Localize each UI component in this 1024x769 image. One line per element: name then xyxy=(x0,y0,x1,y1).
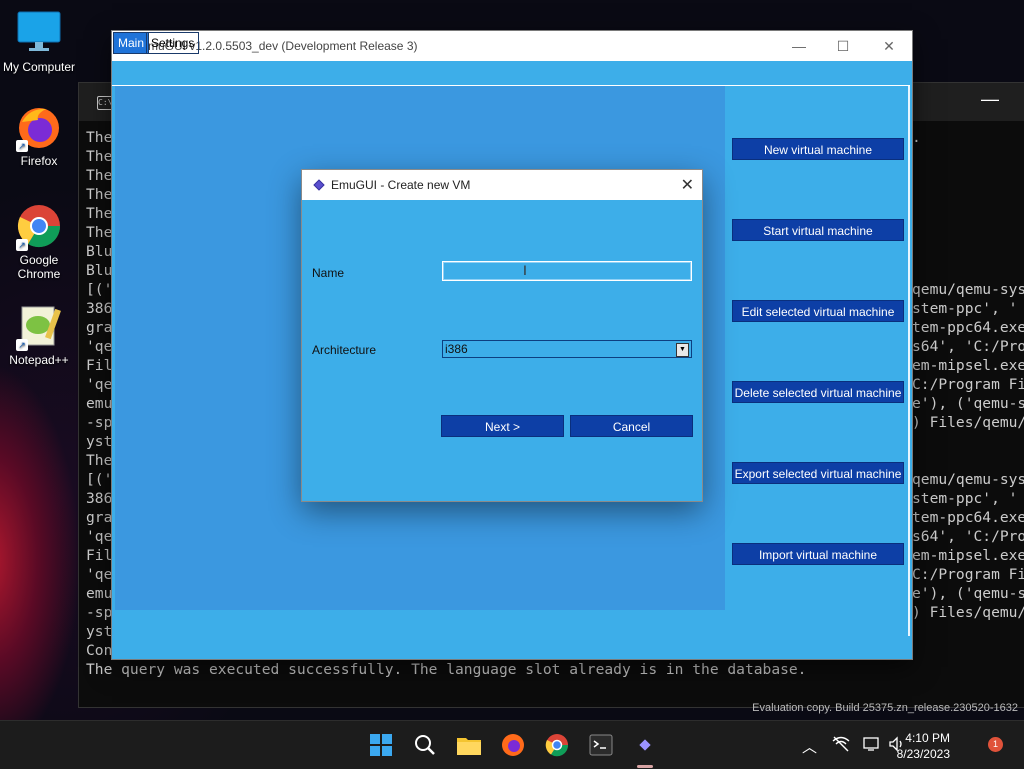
close-icon[interactable]: ✕ xyxy=(877,35,901,57)
terminal-line: stem-ppc', ' xyxy=(912,300,1018,317)
terminal-icon[interactable] xyxy=(587,731,615,759)
desktop-icon-chrome[interactable]: ↗ Google Chrome xyxy=(1,203,77,281)
terminal-line: e'), ('qemu-s xyxy=(912,585,1024,602)
terminal-line: ) Files/qemu/ xyxy=(912,414,1024,431)
chrome-icon: ↗ xyxy=(16,203,62,251)
terminal-line: qemu/qemu-sys xyxy=(912,471,1024,488)
chrome-icon[interactable] xyxy=(543,731,571,759)
cancel-button[interactable]: Cancel xyxy=(570,415,693,437)
terminal-line: tem-ppc64.exe xyxy=(912,319,1024,336)
emugui-icon[interactable] xyxy=(631,731,659,759)
architecture-value: i386 xyxy=(445,342,468,356)
desktop-icon-label: Firefox xyxy=(20,154,58,168)
terminal-line: em-mipsel.exe xyxy=(912,357,1024,374)
minimize-icon[interactable]: — xyxy=(981,89,999,110)
search-icon[interactable] xyxy=(411,731,439,759)
file-explorer-icon[interactable] xyxy=(455,731,483,759)
panel-divider xyxy=(908,86,910,636)
new-vm-button[interactable]: New virtual machine xyxy=(732,138,904,160)
tab-main[interactable]: Main xyxy=(113,32,150,54)
dialog-titlebar[interactable]: EmuGUI - Create new VM ✕ xyxy=(302,170,702,200)
terminal-last-line: The query was executed successfully. The… xyxy=(86,661,807,678)
create-vm-dialog[interactable]: EmuGUI - Create new VM ✕ Name I Architec… xyxy=(302,170,702,501)
shortcut-arrow-icon: ↗ xyxy=(16,239,28,251)
terminal-line: tem-ppc64.exe xyxy=(912,509,1024,526)
terminal-line: ) Files/qemu/ xyxy=(912,604,1024,621)
delete-vm-button[interactable]: Delete selected virtual machine xyxy=(732,381,904,403)
windows-start-icon[interactable] xyxy=(367,731,395,759)
terminal-line: . xyxy=(912,129,921,146)
next-button[interactable]: Next > xyxy=(441,415,564,437)
firefox-icon[interactable] xyxy=(499,731,527,759)
maximize-icon[interactable]: ☐ xyxy=(831,35,855,57)
text-cursor-icon: I xyxy=(523,262,527,278)
terminal-line: stem-ppc', ' xyxy=(912,490,1018,507)
tab-settings[interactable]: Settings xyxy=(146,32,200,54)
emugui-titlebar[interactable]: EmuGUI v1.2.0.5503_dev (Development Rele… xyxy=(112,31,912,61)
chevron-up-icon[interactable]: ︿ xyxy=(802,736,817,757)
terminal-line: C:/Program Fi xyxy=(912,566,1024,583)
clock-date: 8/23/2023 xyxy=(896,747,950,761)
desktop-icon-notepadpp[interactable]: ↗ Notepad++ xyxy=(1,303,77,367)
network-icon[interactable] xyxy=(832,736,850,756)
terminal-line: em-mipsel.exe xyxy=(912,547,1024,564)
terminal-output-right: . qemu/qemu-sys stem-ppc', ' tem-ppc64.exe… xyxy=(912,128,1024,432)
start-vm-button[interactable]: Start virtual machine xyxy=(732,219,904,241)
firefox-icon: ↗ xyxy=(16,104,62,152)
export-vm-button[interactable]: Export selected virtual machine xyxy=(732,462,904,484)
desktop-icon-label: Google Chrome xyxy=(17,253,61,281)
shortcut-arrow-icon: ↗ xyxy=(16,140,28,152)
architecture-select[interactable]: i386 ▼ xyxy=(442,340,692,358)
system-clock[interactable]: 4:10 PM 8/23/2023 xyxy=(897,730,950,762)
terminal-line: e'), ('qemu-s xyxy=(912,395,1024,412)
taskbar: ︿ 4:10 PM 8/23/2023 1 xyxy=(0,720,1024,769)
terminal-line: C:/Program Fi xyxy=(912,376,1024,393)
desktop-icon-my-computer[interactable]: My Computer xyxy=(1,10,77,74)
name-label: Name xyxy=(312,266,345,280)
architecture-label: Architecture xyxy=(312,343,377,357)
notepadpp-icon: ↗ xyxy=(16,303,62,351)
terminal-line: s64', 'C:/Pro xyxy=(912,338,1024,355)
monitor-icon xyxy=(16,10,62,56)
dialog-title: EmuGUI - Create new VM xyxy=(331,178,471,192)
terminal-tab-icon: C:\ xyxy=(97,96,113,110)
evaluation-watermark: Evaluation copy. Build 25375.zn_release.… xyxy=(752,702,1018,714)
import-vm-button[interactable]: Import virtual machine xyxy=(732,543,904,565)
desktop-icon-firefox[interactable]: ↗ Firefox xyxy=(1,104,77,168)
terminal-line: s64', 'C:/Pro xyxy=(912,528,1024,545)
terminal-line: qemu/qemu-sys xyxy=(912,281,1024,298)
edit-vm-button[interactable]: Edit selected virtual machine xyxy=(732,300,904,322)
name-input[interactable] xyxy=(442,261,692,281)
terminal-output-right-2: qemu/qemu-sys stem-ppc', ' tem-ppc64.exe s6… xyxy=(912,470,1024,622)
display-icon[interactable] xyxy=(863,736,881,756)
chevron-down-icon[interactable]: ▼ xyxy=(676,343,689,357)
desktop-icon-label: My Computer xyxy=(2,60,76,74)
close-icon[interactable]: ✕ xyxy=(681,175,694,195)
clock-time: 4:10 PM xyxy=(905,731,950,745)
desktop-icon-label: Notepad++ xyxy=(9,353,69,367)
shortcut-arrow-icon: ↗ xyxy=(16,339,28,351)
emugui-app-icon xyxy=(313,179,323,189)
notification-badge[interactable]: 1 xyxy=(988,737,1003,752)
minimize-icon[interactable]: — xyxy=(787,35,811,57)
